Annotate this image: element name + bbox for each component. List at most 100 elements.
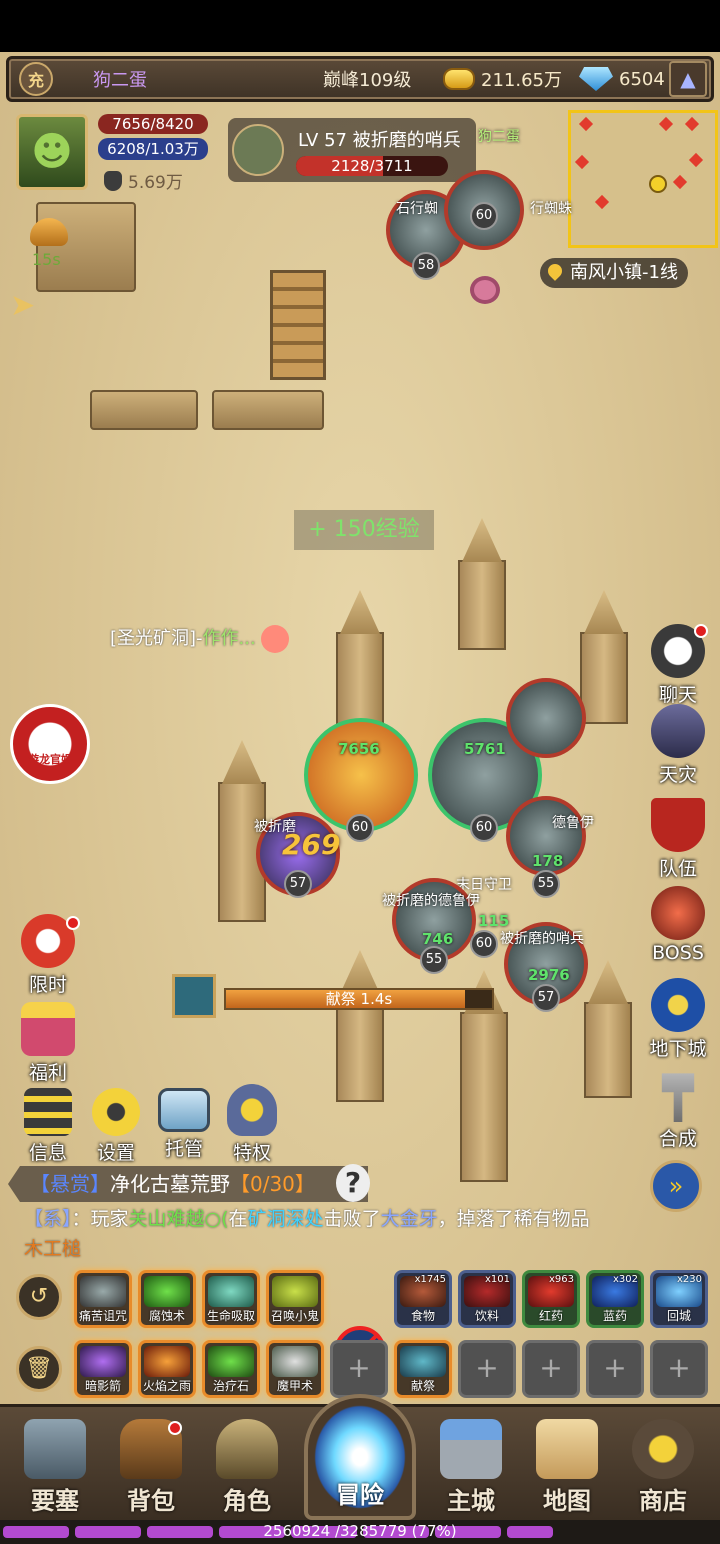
unit-name: 德鲁伊 [552, 815, 594, 831]
item-slot[interactable]: x963 红药 [522, 1270, 580, 1328]
msg-text: 在 [228, 1208, 248, 1230]
scourge-label: 天灾 [658, 764, 697, 786]
gong-icon [632, 1419, 694, 1479]
craft-button[interactable]: 合成 [638, 1068, 718, 1151]
item-count: x230 [676, 1274, 702, 1285]
map-location[interactable]: 南风小镇-1线 [540, 258, 688, 288]
skill-slot[interactable]: 治疗石 [202, 1340, 260, 1398]
limited-time-button[interactable]: 限时 [8, 914, 88, 997]
privilege-shield-icon [227, 1084, 277, 1136]
swap-skills-button[interactable]: ↺ [16, 1274, 62, 1320]
skill-slot[interactable]: 魔甲术 [266, 1340, 324, 1398]
skill-slot[interactable]: 腐蚀术 [138, 1270, 196, 1328]
player-location-pin [649, 175, 667, 193]
skill-label: 痛苦诅咒 [78, 1309, 127, 1323]
monster-sprite[interactable] [470, 276, 500, 304]
portal-icon [651, 978, 705, 1032]
skill-slot[interactable]: 火焰之雨 [138, 1340, 196, 1398]
ally-unit-hp: 5761 [464, 740, 506, 758]
boss-label: BOSS [652, 942, 704, 964]
stone-pillar [460, 1012, 508, 1182]
fortress-icon [24, 1419, 86, 1479]
skill-label: 献祭 [410, 1379, 435, 1393]
nav-backpack[interactable]: 背包 [106, 1419, 196, 1516]
enemy-marker [574, 154, 590, 170]
nav-main-city[interactable]: 主城 [426, 1419, 516, 1516]
menu-lines-icon [24, 1088, 72, 1136]
nav-label: 商店 [639, 1487, 687, 1515]
gold-icon[interactable] [443, 68, 475, 90]
msg-place: 矿洞深处 [247, 1208, 324, 1230]
target-hp-bar: 2128/3711 [296, 156, 448, 176]
stone-pillar [584, 1002, 632, 1098]
minimap[interactable] [568, 110, 718, 248]
skill-slot[interactable]: 召唤小鬼 [266, 1270, 324, 1328]
nav-adventure[interactable]: 冒险 [304, 1394, 416, 1520]
nav-label: 主城 [447, 1487, 495, 1515]
skill-slot[interactable]: 痛苦诅咒 [74, 1270, 132, 1328]
nav-fortress[interactable]: 要塞 [10, 1419, 100, 1516]
combat-power: 5.69万 [104, 168, 183, 193]
banner-icon [651, 798, 705, 852]
msg-text: 击败了 [323, 1208, 381, 1230]
skill-label: 火焰之雨 [142, 1379, 191, 1393]
enemy-marker [594, 194, 610, 210]
castle-icon [440, 1419, 502, 1479]
target-frame[interactable]: LV 57 被折磨的哨兵 2128/3711 [228, 118, 476, 182]
empty-slot[interactable]: + [458, 1340, 516, 1398]
player-portrait[interactable]: ☻ [16, 114, 88, 190]
privilege-label: 特权 [232, 1142, 271, 1164]
privilege-button[interactable]: 特权 [212, 1084, 292, 1165]
orc-avatar-icon: ☻ [31, 129, 73, 175]
nav-label: 地图 [543, 1487, 591, 1515]
skill-slot[interactable]: 献祭 [394, 1340, 452, 1398]
enemy-unit[interactable] [506, 678, 586, 758]
stone-pillar [336, 632, 384, 732]
target-name: LV 57 被折磨的哨兵 [298, 130, 461, 151]
empty-slot[interactable]: + [586, 1340, 644, 1398]
discard-button[interactable]: 🗑 [16, 1346, 62, 1392]
welfare-button[interactable]: 福利 [8, 1002, 88, 1085]
rock-wall [36, 202, 136, 292]
skill-slot[interactable]: 暗影箭 [74, 1340, 132, 1398]
empty-slot[interactable]: + [650, 1340, 708, 1398]
boss-button[interactable]: BOSS [638, 886, 718, 964]
nav-character[interactable]: 角色 [202, 1419, 292, 1516]
diamond-icon[interactable] [579, 67, 613, 91]
chat-button[interactable]: 聊天 [638, 624, 718, 707]
enemy-marker [684, 116, 700, 132]
item-slot[interactable]: x230 回城 [650, 1270, 708, 1328]
bounty-quest-tracker[interactable]: 【悬赏】净化古墓荒野【0/30】 [8, 1166, 368, 1202]
nav-map[interactable]: 地图 [522, 1419, 612, 1516]
skill-slot[interactable]: 生命吸取 [202, 1270, 260, 1328]
scroll-map-icon [536, 1419, 598, 1479]
nav-shop[interactable]: 商店 [618, 1419, 708, 1516]
skill-label: 生命吸取 [206, 1309, 255, 1323]
msg-item: 木工槌 [24, 1238, 82, 1260]
system-tag: 【系】 [24, 1208, 72, 1230]
enemy-marker [578, 116, 594, 132]
help-icon[interactable]: ? [336, 1164, 370, 1202]
world-chat-bubble: [圣光矿洞]-作作... [110, 624, 290, 653]
quest-arrow-icon[interactable]: ➤ [10, 288, 35, 323]
wizard-hat-icon[interactable]: ▲ [669, 61, 707, 97]
item-slot[interactable]: x1745 食物 [394, 1270, 452, 1328]
unit-name: 被折磨的哨兵 [500, 931, 584, 947]
item-count: x101 [484, 1274, 510, 1285]
scourge-button[interactable]: 天灾 [638, 704, 718, 787]
dungeon-button[interactable]: 地下城 [638, 978, 718, 1061]
msg-player: 关山难越○( [128, 1208, 229, 1230]
empty-slot[interactable]: + [522, 1340, 580, 1398]
recharge-button[interactable]: 充 [19, 62, 53, 96]
unit-level: 55 [420, 946, 448, 974]
empty-slot[interactable]: + [330, 1340, 388, 1398]
team-button[interactable]: 队伍 [638, 798, 718, 881]
notification-dot [168, 1421, 182, 1435]
item-label: 饮料 [474, 1309, 499, 1323]
msg-text: ：玩家 [71, 1208, 129, 1230]
item-slot[interactable]: x302 蓝药 [586, 1270, 644, 1328]
item-label: 蓝药 [602, 1309, 627, 1323]
item-slot[interactable]: x101 饮料 [458, 1270, 516, 1328]
item-count: x1745 [414, 1274, 446, 1285]
unit-name: 被折磨的德鲁伊 [382, 893, 480, 909]
